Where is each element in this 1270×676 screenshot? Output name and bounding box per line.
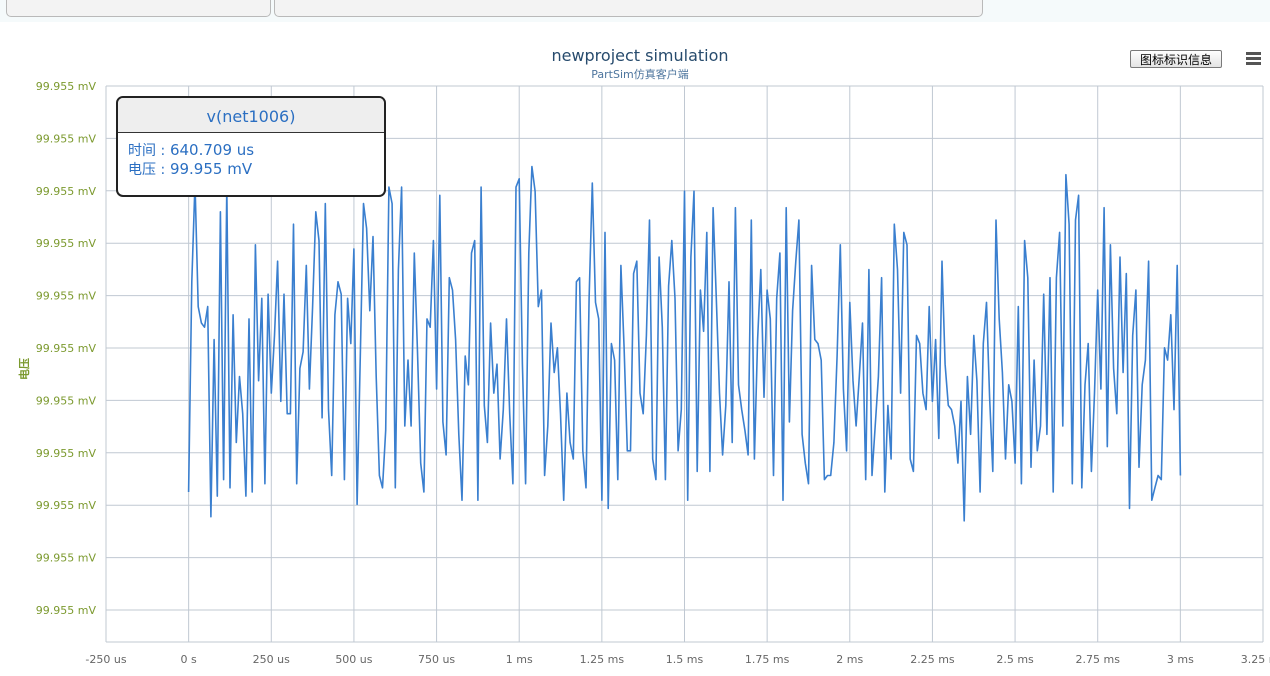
tooltip-volt-row: 电压 : 99.955 mV: [128, 160, 374, 179]
x-tick-label: 250 us: [253, 653, 290, 666]
x-tick-label: 1 ms: [506, 653, 533, 666]
y-axis-label: 电压: [17, 358, 31, 380]
x-tick-label: 2.75 ms: [1075, 653, 1120, 666]
menu-bar-line: [1246, 57, 1261, 60]
y-tick-label: 99.955 mV: [36, 290, 97, 303]
chart-subtitle: PartSim仿真客户端: [591, 68, 689, 81]
tooltip-series-name: v(net1006): [118, 98, 384, 133]
menu-bar-line: [1246, 62, 1261, 65]
data-tooltip: v(net1006) 时间 : 640.709 us 电压 : 99.955 m…: [116, 96, 386, 197]
y-tick-label: 99.955 mV: [36, 394, 97, 407]
y-tick-label: 99.955 mV: [36, 552, 97, 565]
tooltip-volt-label: 电压 :: [128, 162, 166, 178]
x-tick-label: 2 ms: [836, 653, 863, 666]
y-tick-label: 99.955 mV: [36, 185, 97, 198]
y-tick-label: 99.955 mV: [36, 499, 97, 512]
y-tick-labels: 99.955 mV 99.955 mV 99.955 mV 99.955 mV 99.9…: [36, 80, 97, 617]
y-tick-label: 99.955 mV: [36, 132, 97, 145]
x-tick-label: 2.5 ms: [996, 653, 1034, 666]
tooltip-volt-value: 99.955 mV: [169, 160, 253, 178]
y-tick-label: 99.955 mV: [36, 237, 97, 250]
y-tick-label: 99.955 mV: [36, 342, 97, 355]
legend-info-button[interactable]: 图标标识信息: [1130, 50, 1222, 68]
y-tick-label: 99.955 mV: [36, 604, 97, 617]
menu-bar-line: [1246, 52, 1261, 55]
x-tick-label: 2.25 ms: [910, 653, 955, 666]
tooltip-time-label: 时间 :: [128, 143, 166, 159]
tooltip-time-row: 时间 : 640.709 us: [128, 141, 374, 160]
x-tick-label: 1.5 ms: [666, 653, 704, 666]
chart-title: newproject simulation: [551, 46, 729, 65]
x-tick-label: 3.25 ms: [1241, 653, 1270, 666]
x-tick-label: -250 us: [85, 653, 126, 666]
x-tick-label: 1.25 ms: [580, 653, 625, 666]
x-tick-label: 3 ms: [1167, 653, 1194, 666]
x-tick-label: 1.75 ms: [745, 653, 790, 666]
tooltip-time-value: 640.709 us: [169, 141, 255, 159]
x-tick-label: 750 us: [418, 653, 455, 666]
y-tick-label: 99.955 mV: [36, 447, 97, 460]
x-tick-labels: -250 us 0 s 250 us 500 us 750 us 1 ms 1.25 ms 1…: [85, 653, 1270, 666]
hamburger-menu-icon[interactable]: [1241, 47, 1265, 71]
x-tick-label: 500 us: [335, 653, 372, 666]
x-tick-label: 0 s: [181, 653, 197, 666]
